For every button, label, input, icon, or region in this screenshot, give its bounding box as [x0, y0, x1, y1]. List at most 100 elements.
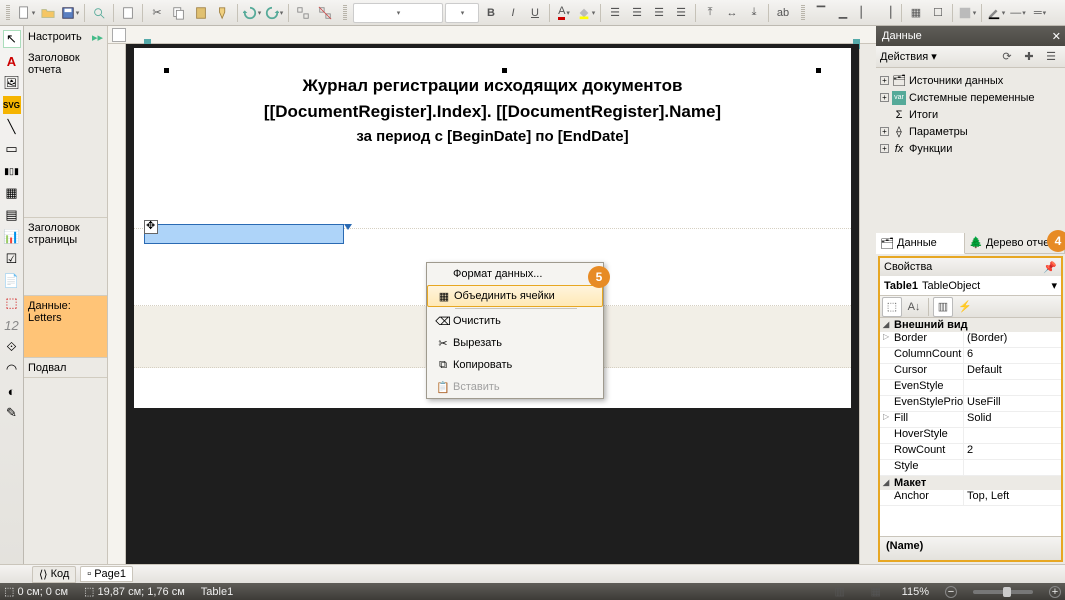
fill-color-button[interactable] — [576, 3, 596, 23]
expand-icon[interactable]: + — [880, 76, 889, 85]
signature-tool[interactable]: ✎ — [3, 404, 21, 422]
ruler-vertical[interactable] — [108, 44, 126, 564]
chart-tool[interactable]: 📊 — [3, 228, 21, 246]
table-tool[interactable]: ▦ — [3, 184, 21, 202]
title-line-2[interactable]: [[DocumentRegister].Index]. [[DocumentRe… — [134, 102, 851, 122]
props-categorized-button[interactable]: ⬚ — [882, 297, 902, 317]
expand-icon[interactable]: + — [880, 144, 889, 153]
band-footer[interactable]: Подвал — [24, 358, 107, 378]
border-bottom-button[interactable]: ▁ — [833, 3, 853, 23]
ruler-horizontal[interactable] — [108, 26, 876, 44]
cellular-tool[interactable]: ⬚ — [3, 294, 21, 312]
svg-tool[interactable]: SVG — [3, 96, 21, 114]
canvas-scrollbar[interactable] — [859, 44, 876, 564]
zoom-out-button[interactable]: − — [945, 586, 957, 598]
line-tool[interactable]: ╲ — [3, 118, 21, 136]
ctx-merge-cells[interactable]: ▦Объединить ячейки — [427, 285, 603, 307]
view-mode-2[interactable]: ▦ — [866, 582, 886, 600]
border-left-button[interactable]: ▏ — [855, 3, 875, 23]
rotate-button[interactable]: ab — [773, 3, 793, 23]
valign-top-button[interactable]: ⤒ — [700, 3, 720, 23]
align-center-button[interactable]: ☰ — [627, 3, 647, 23]
border-top-button[interactable]: ▔ — [811, 3, 831, 23]
map-tool[interactable]: ◠ — [3, 360, 21, 378]
zoom-in-button[interactable]: + — [1049, 586, 1061, 598]
checkbox-tool[interactable]: ☑ — [3, 250, 21, 268]
props-pin-icon[interactable]: 📌 — [1043, 261, 1057, 274]
align-justify-button[interactable]: ☰ — [671, 3, 691, 23]
pointer-tool[interactable]: ↖ — [3, 30, 21, 48]
ctx-clear[interactable]: ⌫Очистить — [427, 310, 603, 332]
object-selector[interactable]: Table1 TableObject ▾ — [880, 276, 1061, 296]
tab-data[interactable]: 🗂Данные — [876, 233, 965, 254]
page-setup-button[interactable] — [118, 3, 138, 23]
props-alpha-button[interactable]: A↓ — [904, 297, 924, 317]
ctx-cut[interactable]: ✂Вырезать — [427, 332, 603, 354]
cat-appearance[interactable]: Внешний вид — [880, 318, 1061, 332]
picture-tool[interactable]: 🖼 — [3, 74, 21, 92]
ctx-format-data[interactable]: Формат данных... — [427, 263, 603, 285]
undo-button[interactable] — [242, 3, 262, 23]
richtext-tool[interactable]: 📄 — [3, 272, 21, 290]
align-right-button[interactable]: ☰ — [649, 3, 669, 23]
italic-button[interactable]: I — [503, 3, 523, 23]
title-line-1[interactable]: Журнал регистрации исходящих документов — [134, 76, 851, 96]
ruler-origin[interactable] — [112, 28, 126, 42]
view-mode-1[interactable]: ▥ — [830, 582, 850, 600]
bold-button[interactable]: B — [481, 3, 501, 23]
data-add-icon[interactable]: ✚ — [1019, 47, 1039, 67]
gauge-tool[interactable]: ◐ — [3, 382, 21, 400]
font-color-button[interactable]: A — [554, 3, 574, 23]
data-refresh-icon[interactable]: ⟳ — [997, 47, 1017, 67]
tab-page1[interactable]: ▫Page1 — [80, 566, 133, 582]
table-cell-selection[interactable] — [144, 224, 344, 244]
font-family-select[interactable] — [353, 3, 443, 23]
border-all-button[interactable]: ▦ — [906, 3, 926, 23]
group-button[interactable] — [293, 3, 313, 23]
copy-button[interactable] — [169, 3, 189, 23]
border-right-button[interactable]: ▕ — [877, 3, 897, 23]
border-width-button[interactable]: — — [1008, 3, 1028, 23]
paste-button[interactable] — [191, 3, 211, 23]
tab-code[interactable]: ⟨⟩Код — [32, 566, 76, 583]
underline-button[interactable]: U — [525, 3, 545, 23]
new-doc-button[interactable] — [16, 3, 36, 23]
border-none-button[interactable]: ☐ — [928, 3, 948, 23]
data-filter-icon[interactable]: ☰ — [1041, 47, 1061, 67]
valign-bottom-button[interactable]: ⤓ — [744, 3, 764, 23]
save-button[interactable] — [60, 3, 80, 23]
chevron-down-icon[interactable]: ▾ — [1051, 279, 1057, 292]
html-tool[interactable]: ⟐ — [3, 338, 21, 356]
bands-collapse-icon[interactable]: ▸▸ — [92, 31, 103, 44]
band-page-header[interactable]: Заголовок страницы — [24, 218, 107, 296]
title-line-3[interactable]: за период с [BeginDate] по [EndDate] — [134, 128, 851, 145]
band-report-title[interactable]: Заголовок отчета — [24, 48, 107, 218]
open-button[interactable] — [38, 3, 58, 23]
properties-grid[interactable]: Внешний вид ▷Border(Border) ColumnCount6… — [880, 318, 1061, 536]
band-data[interactable]: Данные: Letters — [24, 296, 107, 358]
valign-middle-button[interactable]: ↔ — [722, 3, 742, 23]
format-painter-button[interactable] — [213, 3, 233, 23]
barcode-tool[interactable]: ▮▯▮ — [3, 162, 21, 180]
redo-button[interactable] — [264, 3, 284, 23]
ungroup-button[interactable] — [315, 3, 335, 23]
cat-layout[interactable]: Макет — [880, 476, 1061, 490]
fill-button[interactable] — [957, 3, 977, 23]
expand-icon[interactable]: + — [880, 93, 889, 102]
props-pages-button[interactable]: ▥ — [933, 297, 953, 317]
panel-close-icon[interactable]: ✕ — [1052, 30, 1061, 43]
expand-icon[interactable]: + — [880, 127, 889, 136]
data-tree[interactable]: +🗂Источники данных +varСистемные перемен… — [876, 68, 1065, 232]
border-color-button[interactable] — [986, 3, 1006, 23]
zoom-slider[interactable] — [973, 590, 1033, 594]
configure-label[interactable]: Настроить — [28, 31, 82, 43]
actions-dropdown[interactable]: Действия ▾ — [880, 50, 937, 63]
ctx-copy[interactable]: ⧉Копировать — [427, 354, 603, 376]
matrix-tool[interactable]: ▤ — [3, 206, 21, 224]
border-style-button[interactable]: ═ — [1030, 3, 1050, 23]
table-move-handle[interactable] — [144, 220, 158, 234]
props-events-button[interactable]: ⚡ — [955, 297, 975, 317]
shape-tool[interactable]: ▭ — [3, 140, 21, 158]
align-left-button[interactable]: ☰ — [605, 3, 625, 23]
cut-button[interactable]: ✂ — [147, 3, 167, 23]
